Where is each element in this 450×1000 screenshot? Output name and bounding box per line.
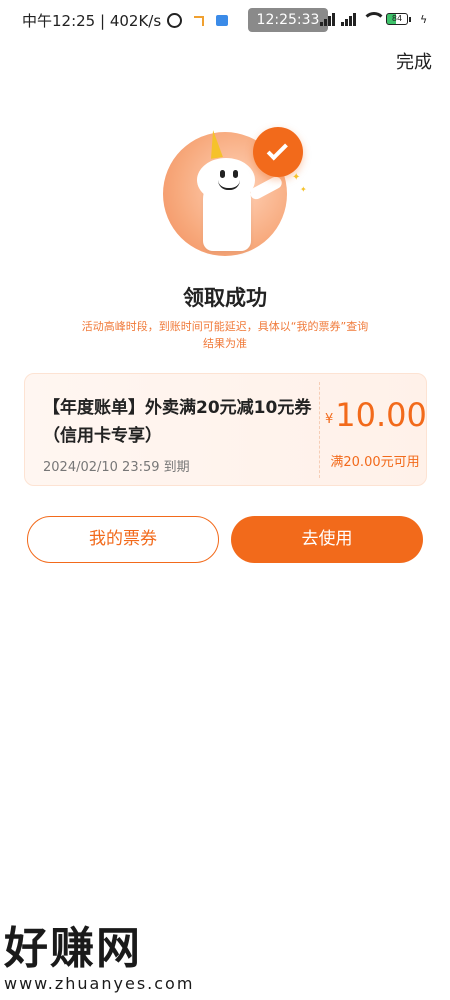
status-time: 12:25:33 — [248, 8, 328, 32]
battery-icon: 84 — [386, 13, 411, 25]
use-now-button[interactable]: 去使用 — [231, 516, 423, 563]
charging-icon: ϟ — [420, 12, 428, 26]
watermark-logo: 好赚网 — [4, 923, 142, 974]
success-check-icon — [253, 127, 303, 177]
currency-symbol: ¥ — [325, 412, 334, 427]
signal-icon — [320, 12, 335, 26]
battery-level: 84 — [386, 13, 408, 25]
wifi-icon — [362, 12, 386, 26]
coupon-condition: 满20.00元可用 — [330, 455, 420, 470]
coupon-card: 【年度账单】外卖满20元减10元券（信用卡专享） 2024/02/10 23:5… — [24, 373, 427, 486]
coupon-divider — [319, 382, 320, 478]
watermark: 好赚网 www.zhuanyes.com — [4, 912, 194, 993]
coupon-expiry: 2024/02/10 23:59 到期 — [43, 460, 190, 475]
sparkle-icon: ✦ — [292, 172, 301, 183]
done-button[interactable]: 完成 — [396, 48, 432, 74]
success-note: 活动高峰时段，到账时间可能延迟，具体以“我的票券”查询结果为准 — [81, 320, 369, 350]
status-left-text: 中午12:25 | 402K/s — [22, 12, 162, 30]
watermark-url: www.zhuanyes.com — [4, 974, 195, 993]
coupon-value: 10.00 — [335, 396, 427, 434]
alarm-icon — [167, 13, 183, 28]
sparkle-icon: ✦ — [300, 185, 307, 194]
signal-hd-icon — [341, 12, 356, 26]
coupon-title: 【年度账单】外卖满20元减10元券（信用卡专享） — [43, 398, 312, 446]
success-title: 领取成功 — [183, 286, 267, 310]
my-coupons-button[interactable]: 我的票券 — [27, 516, 219, 563]
notification-icon — [194, 15, 205, 26]
status-right: 84 ϟ — [320, 12, 427, 26]
app-notification-icon — [216, 15, 229, 26]
coupon-amount: ¥10.00 — [325, 396, 427, 434]
status-left: 中午12:25 | 402K/s — [22, 10, 229, 31]
status-bar: 中午12:25 | 402K/s 12:25:33 84 ϟ — [0, 0, 450, 40]
